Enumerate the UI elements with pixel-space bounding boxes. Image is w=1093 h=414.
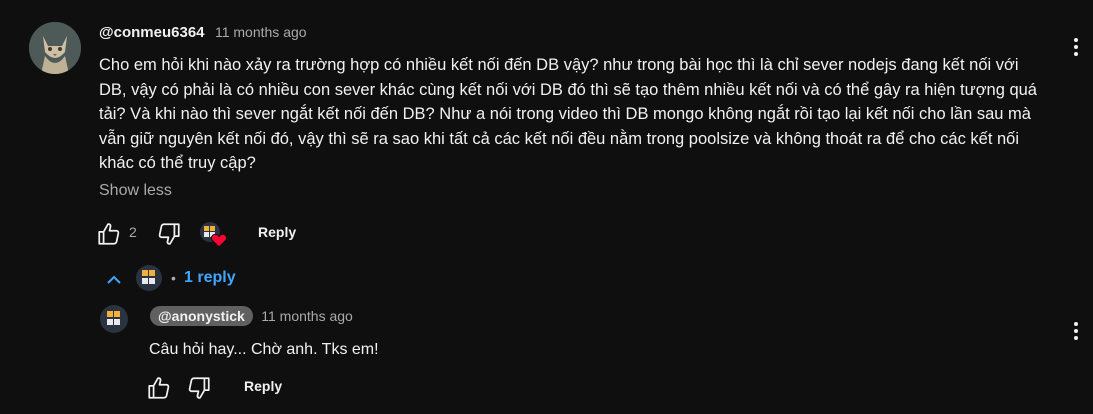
reply-header: @anonystick 11 months ago — [150, 306, 353, 326]
more-vert-icon — [1074, 322, 1078, 340]
creator-avatar-small — [136, 265, 162, 291]
creator-heart-icon — [200, 222, 228, 248]
reply-reply-button[interactable]: Reply — [244, 378, 282, 394]
comment-time[interactable]: 11 months ago — [215, 24, 307, 40]
separator-dot: • — [171, 270, 176, 286]
reply-menu-button[interactable] — [1066, 320, 1086, 342]
reply-author-handle[interactable]: @anonystick — [150, 306, 253, 326]
reply-author-avatar[interactable] — [100, 305, 128, 333]
reply-button[interactable]: Reply — [258, 224, 296, 240]
more-vert-icon — [1074, 38, 1078, 56]
replies-toggle[interactable]: 1 reply — [184, 269, 236, 287]
commenter-handle[interactable]: @conmeu6364 — [99, 24, 205, 41]
like-count: 2 — [129, 224, 137, 240]
thumbs-down-icon — [188, 377, 210, 399]
creator-heart-badge — [199, 221, 231, 249]
chevron-up-icon — [107, 275, 121, 284]
thumbs-down-icon — [158, 223, 180, 245]
show-less-button[interactable]: Show less — [99, 182, 172, 200]
reply-dislike-button[interactable] — [186, 375, 212, 401]
collapse-replies-button[interactable] — [104, 270, 124, 290]
dislike-button[interactable] — [156, 221, 182, 247]
comment-header: @conmeu6364 11 months ago — [99, 24, 307, 42]
calculator-logo-icon — [107, 311, 120, 325]
comment-menu-button[interactable] — [1066, 36, 1086, 58]
thumbs-up-icon — [148, 377, 170, 399]
comment-text: Cho em hỏi khi nào xảy ra trường hợp có … — [99, 56, 1037, 172]
like-button[interactable] — [96, 221, 122, 247]
reply-like-button[interactable] — [146, 375, 172, 401]
commenter-avatar[interactable] — [29, 22, 81, 74]
reply-text: Câu hỏi hay... Chờ anh. Tks em! — [149, 341, 379, 358]
thumbs-up-icon — [98, 223, 120, 245]
cat-avatar-image — [29, 22, 81, 74]
calculator-logo-icon — [142, 270, 155, 284]
reply-time[interactable]: 11 months ago — [261, 308, 353, 324]
